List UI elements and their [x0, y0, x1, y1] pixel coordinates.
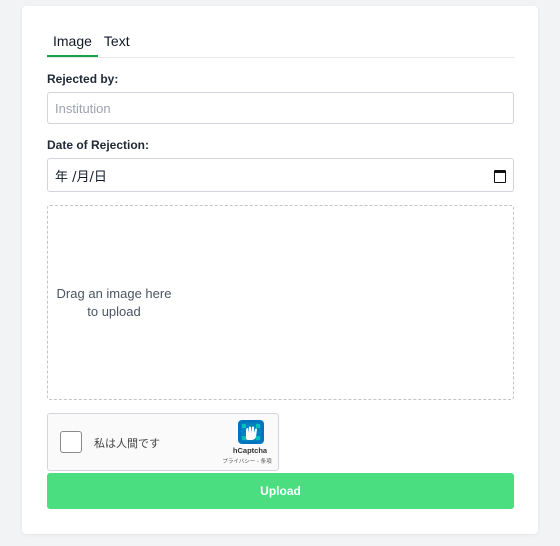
hcaptcha-logo-icon	[238, 420, 264, 444]
date-value: 年 /月/日	[55, 169, 107, 185]
date-input[interactable]: 年 /月/日	[47, 158, 514, 192]
tab-text[interactable]: Text	[104, 33, 130, 57]
rejected-by-label: Rejected by:	[47, 72, 119, 86]
dropzone-text: Drag an image here to upload	[56, 285, 172, 321]
calendar-icon[interactable]	[494, 169, 506, 183]
upload-card: Image Text Rejected by: Date of Rejectio…	[22, 6, 538, 534]
hcaptcha-widget: 私は人間です hCaptcha プライバシー - 条項	[47, 413, 279, 471]
hcaptcha-brand: hCaptcha	[232, 446, 268, 455]
dropzone-text-line1: Drag an image here	[56, 285, 172, 301]
institution-input[interactable]	[47, 92, 514, 124]
image-dropzone[interactable]: Drag an image here to upload	[47, 205, 514, 400]
dropzone-text-line2: to upload	[87, 303, 141, 319]
tab-bar: Image Text	[47, 28, 514, 58]
tab-image[interactable]: Image	[47, 33, 98, 57]
captcha-label: 私は人間です	[94, 437, 160, 450]
date-label: Date of Rejection:	[47, 138, 150, 152]
upload-button[interactable]: Upload	[47, 473, 514, 509]
captcha-checkbox[interactable]	[60, 431, 82, 453]
hcaptcha-links[interactable]: プライバシー - 条項	[214, 457, 280, 465]
